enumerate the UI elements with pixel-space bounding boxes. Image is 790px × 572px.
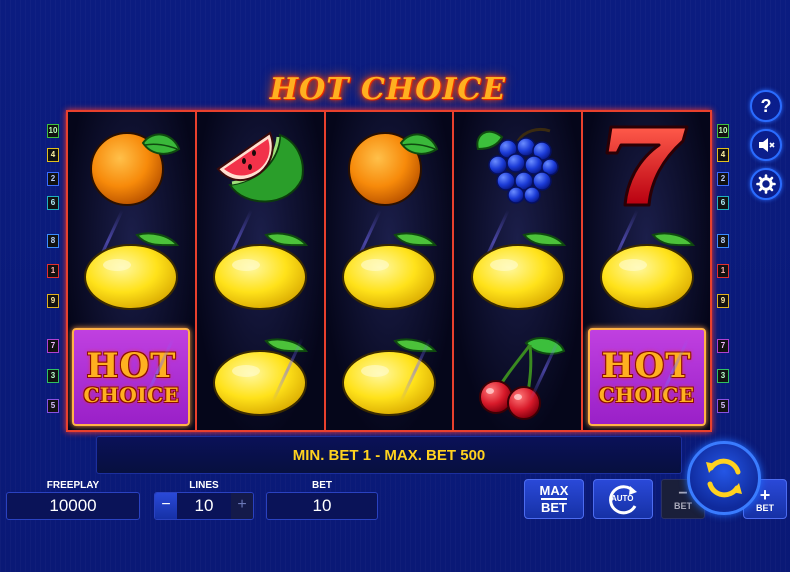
bet-value: 10: [266, 492, 378, 520]
orange-symbol: [339, 119, 439, 211]
payline-badge[interactable]: 10: [717, 124, 729, 138]
lines-label: LINES: [189, 480, 219, 491]
settings-button[interactable]: [750, 168, 782, 200]
freeplay-value: 10000: [6, 492, 140, 520]
hot-tile-line2: CHOICE: [83, 383, 180, 407]
spin-button[interactable]: [687, 441, 761, 515]
payline-badge[interactable]: 6: [47, 196, 59, 210]
seven-symbol: [597, 119, 697, 211]
max-bet-button[interactable]: MAX BET: [524, 479, 584, 519]
payline-badge[interactable]: 3: [717, 369, 729, 383]
lemon-symbol: [468, 225, 568, 317]
settings-icon: [756, 174, 776, 194]
auto-label: AUTO: [611, 494, 634, 503]
lemon-symbol: [210, 225, 310, 317]
bet-minus-sign: −: [678, 485, 688, 502]
grapes-symbol: [468, 119, 568, 211]
game-title: HOT CHOICE: [269, 72, 507, 107]
reel-3: [325, 112, 455, 430]
payline-badge[interactable]: 8: [717, 234, 729, 248]
lines-plus-button[interactable]: +: [231, 493, 253, 519]
payline-badge[interactable]: 3: [47, 369, 59, 383]
payline-badge[interactable]: 8: [47, 234, 59, 248]
payline-badge[interactable]: 7: [717, 339, 729, 353]
payline-badge[interactable]: 10: [47, 124, 59, 138]
lemon-symbol: [339, 331, 439, 423]
payline-badge[interactable]: 1: [717, 264, 729, 278]
help-button[interactable]: ?: [750, 90, 782, 122]
payline-badge[interactable]: 6: [717, 196, 729, 210]
cherries-symbol: [468, 331, 568, 423]
payline-badge[interactable]: 2: [717, 172, 729, 186]
max-bet-line2: BET: [541, 498, 567, 515]
lines-stepper: − 10 +: [154, 492, 254, 520]
reels-board: HOT CHOICE HOT CHOICE: [66, 110, 712, 432]
payline-badge[interactable]: 1: [47, 264, 59, 278]
hot-tile-line2: CHOICE: [598, 383, 695, 407]
lemon-symbol: [210, 331, 310, 423]
payline-badge[interactable]: 4: [717, 148, 729, 162]
message-bar: MIN. BET 1 - MAX. BET 500: [96, 436, 682, 474]
payline-badge[interactable]: 7: [47, 339, 59, 353]
reel-4: [454, 112, 584, 430]
lemon-symbol: [597, 225, 697, 317]
sound-button[interactable]: [750, 129, 782, 161]
bet-minus-label: BET: [674, 501, 692, 511]
payline-badge[interactable]: 2: [47, 172, 59, 186]
lines-minus-button[interactable]: −: [155, 493, 177, 519]
lemon-symbol: [339, 225, 439, 317]
sound-off-icon: [759, 138, 775, 152]
payline-badge[interactable]: 9: [47, 294, 59, 308]
freeplay-label: FREEPLAY: [46, 480, 100, 491]
payline-badge[interactable]: 4: [47, 148, 59, 162]
payline-badge[interactable]: 5: [47, 399, 59, 413]
auto-button[interactable]: AUTO: [593, 479, 653, 519]
hot-tile-line1: HOT: [86, 346, 177, 386]
svg-text:?: ?: [761, 96, 772, 116]
bet-plus-sign: +: [759, 484, 771, 505]
spin-icon: [706, 458, 742, 498]
reel-1: HOT CHOICE: [68, 112, 197, 430]
max-bet-line1: MAX: [539, 483, 569, 498]
payline-badge[interactable]: 5: [717, 399, 729, 413]
bet-label: BET: [312, 480, 332, 491]
bet-plus-label: BET: [756, 502, 774, 513]
reel-2: [196, 112, 326, 430]
lemon-symbol: [81, 225, 181, 317]
hot-choice-symbol: HOT CHOICE: [72, 328, 191, 426]
payline-badge[interactable]: 9: [717, 294, 729, 308]
orange-symbol: [81, 119, 181, 211]
reel-5: HOT CHOICE: [583, 112, 710, 430]
hot-choice-symbol: HOT CHOICE: [587, 328, 706, 426]
watermelon-symbol: [210, 119, 310, 211]
lines-value: 10: [194, 496, 214, 515]
help-icon: ?: [761, 96, 772, 116]
hot-tile-line1: HOT: [601, 346, 692, 386]
